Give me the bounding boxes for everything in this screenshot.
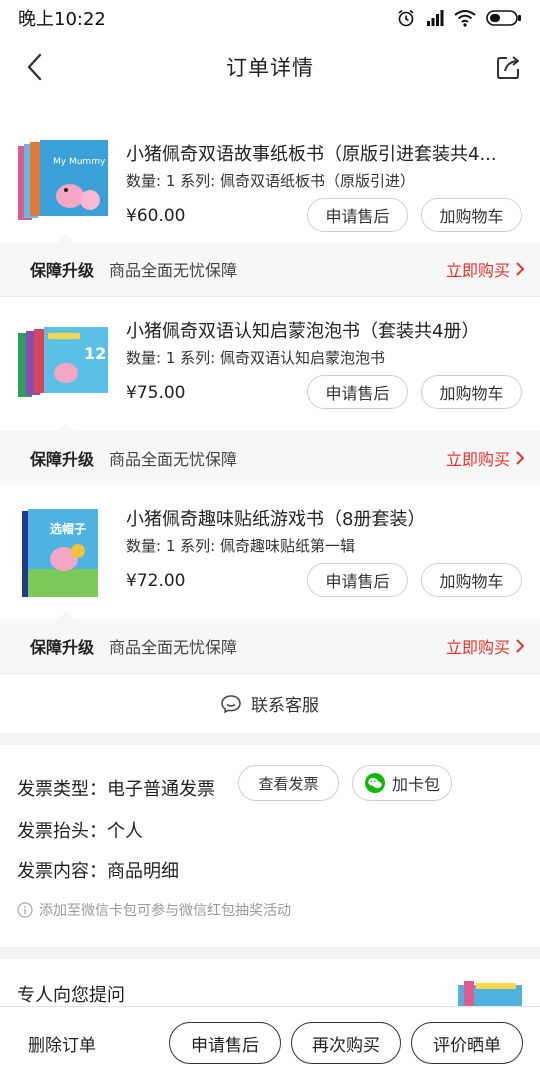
guarantee-label: 保障升级 [30, 450, 95, 469]
invoice-type-value: 电子普通发票 [107, 779, 215, 800]
notch-decoration [58, 234, 74, 242]
status-bar: 晚上10:22 [0, 0, 540, 36]
chevron-left-icon [27, 53, 42, 81]
add-to-card-wallet-button[interactable]: 加卡包 [352, 765, 452, 801]
status-time: 晚上10:22 [18, 9, 106, 30]
buy-again-button[interactable]: 再次购买 [291, 1022, 401, 1064]
contact-service-label: 联系客服 [251, 696, 319, 716]
guarantee-text: 商品全面无忧保障 [109, 450, 238, 469]
guarantee-text: 商品全面无忧保障 [109, 638, 238, 657]
guarantee-row: 保障升级 商品全面无忧保障 立即购买 [0, 611, 540, 673]
cover-text: 选帽子 [50, 521, 86, 536]
buy-now-label: 立即购买 [445, 638, 510, 657]
invoice-tip-text: 添加至微信卡包可参与微信红包抽奖活动 [39, 903, 291, 919]
delete-order-button[interactable]: 删除订单 [28, 1031, 96, 1056]
share-icon [497, 56, 519, 79]
nav-bar: 订单详情 [0, 36, 540, 98]
guarantee-label: 保障升级 [30, 638, 95, 657]
product-title[interactable]: 小猪佩奇趣味贴纸游戏书（8册套装） [126, 505, 526, 531]
signal-icon [427, 10, 444, 26]
buy-now-label: 立即购买 [445, 261, 510, 280]
status-icons [396, 8, 522, 28]
apply-aftersale-button[interactable]: 申请售后 [307, 198, 408, 232]
product-meta: 数量: 1 系列: 佩奇双语认知启蒙泡泡书 [126, 349, 385, 367]
cover-text: My Mummy [53, 157, 106, 167]
share-button[interactable] [492, 50, 526, 84]
invoice-header-value: 个人 [107, 821, 143, 842]
section-gap [0, 733, 540, 745]
cover-text: 12 [84, 344, 106, 363]
invoice-section: 发票类型：电子普通发票 查看发票 加卡包 发票抬头：个人 发票内容：商品明细 添… [0, 745, 540, 947]
invoice-type: 发票类型：电子普通发票 [17, 775, 215, 801]
invoice-type-label: 发票类型： [17, 779, 107, 800]
buy-now-link[interactable]: 立即购买 [446, 446, 524, 470]
view-invoice-button[interactable]: 查看发票 [238, 765, 339, 801]
apply-aftersale-button[interactable]: 申请售后 [307, 375, 408, 409]
recommend-title: 专人向您提问 [17, 985, 125, 1006]
guarantee-row: 保障升级 商品全面无忧保障 立即购买 [0, 423, 540, 485]
product-price: ¥60.00 [126, 206, 186, 226]
product-image[interactable]: 选帽子 [18, 507, 110, 599]
chevron-right-icon [516, 639, 524, 653]
add-to-card-wallet-label: 加卡包 [391, 775, 440, 794]
invoice-header-label: 发票抬头： [17, 821, 107, 842]
bottom-action-bar: 删除订单 申请售后 再次购买 评价晒单 [0, 1006, 540, 1080]
contact-service-button[interactable]: 联系客服 [0, 673, 540, 733]
product-image[interactable]: My Mummy [18, 138, 110, 230]
add-to-cart-button[interactable]: 加购物车 [421, 563, 522, 597]
page-title: 订单详情 [226, 56, 314, 80]
notch-decoration [58, 423, 74, 431]
product-title[interactable]: 小猪佩奇双语认知启蒙泡泡书（套装共4册） [126, 317, 526, 343]
buy-now-link[interactable]: 立即购买 [446, 634, 524, 658]
buy-now-label: 立即购买 [445, 450, 510, 469]
wifi-icon [454, 10, 476, 27]
apply-aftersale-button[interactable]: 申请售后 [307, 563, 408, 597]
invoice-content-value: 商品明细 [107, 861, 179, 882]
product-item[interactable]: 选帽子 小猪佩奇趣味贴纸游戏书（8册套装） 数量: 1 系列: 佩奇趣味贴纸第一… [0, 485, 540, 619]
product-meta: 数量: 1 系列: 佩奇趣味贴纸第一辑 [126, 537, 355, 555]
guarantee-row: 保障升级 商品全面无忧保障 立即购买 [0, 234, 540, 296]
product-item[interactable]: 12 小猪佩奇双语认知启蒙泡泡书（套装共4册） 数量: 1 系列: 佩奇双语认知… [0, 297, 540, 431]
battery-icon [486, 10, 521, 26]
review-button[interactable]: 评价晒单 [411, 1022, 523, 1064]
product-title[interactable]: 小猪佩奇双语故事纸板书（原版引进套装共4... [126, 140, 526, 166]
product-price: ¥75.00 [126, 383, 186, 403]
add-to-cart-button[interactable]: 加购物车 [421, 375, 522, 409]
invoice-tip: 添加至微信卡包可参与微信红包抽奖活动 [17, 900, 291, 920]
guarantee-text: 商品全面无忧保障 [109, 261, 238, 280]
product-meta: 数量: 1 系列: 佩奇双语纸板书（原版引进） [126, 172, 415, 190]
add-to-cart-button[interactable]: 加购物车 [421, 198, 522, 232]
product-image[interactable]: 12 [18, 319, 110, 411]
buy-now-link[interactable]: 立即购买 [446, 257, 524, 281]
section-gap [0, 947, 540, 959]
chevron-right-icon [516, 451, 524, 465]
wechat-icon [364, 773, 385, 793]
product-price: ¥72.00 [126, 571, 186, 591]
chevron-right-icon [516, 262, 524, 276]
notch-decoration [58, 611, 74, 619]
back-button[interactable] [18, 50, 52, 84]
invoice-content-label: 发票内容： [17, 861, 107, 882]
chat-icon [221, 694, 241, 713]
apply-aftersale-order-button[interactable]: 申请售后 [169, 1022, 281, 1064]
alarm-icon [398, 9, 414, 27]
order-content: My Mummy 小猪佩奇双语故事纸板书（原版引进套装共4... 数量: 1 系… [0, 120, 540, 1021]
info-icon [17, 902, 33, 918]
guarantee-label: 保障升级 [30, 261, 95, 280]
invoice-content: 发票内容：商品明细 [17, 857, 179, 883]
invoice-header: 发票抬头：个人 [17, 817, 143, 843]
product-item[interactable]: My Mummy 小猪佩奇双语故事纸板书（原版引进套装共4... 数量: 1 系… [0, 120, 540, 242]
